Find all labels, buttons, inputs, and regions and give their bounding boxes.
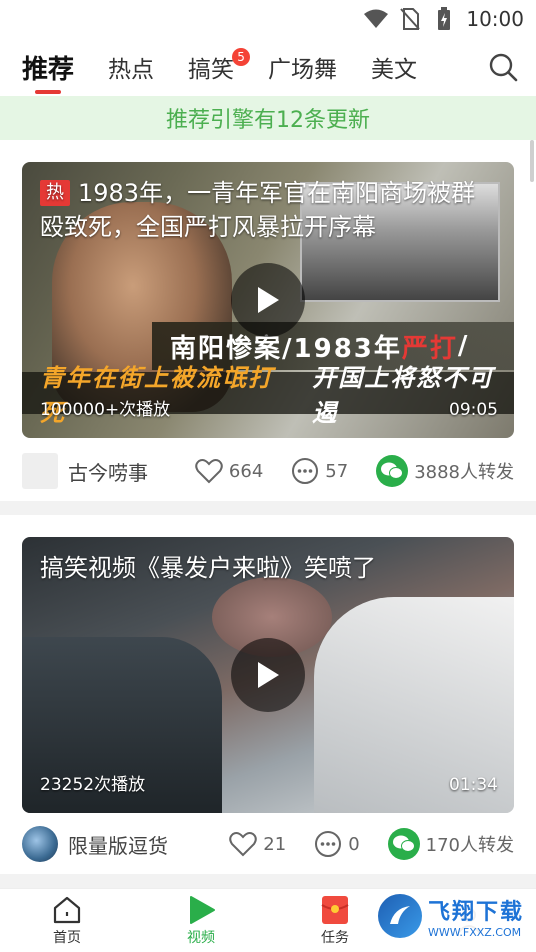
play-button[interactable]	[231, 263, 305, 337]
watermark-text: 飞翔下载	[428, 899, 525, 925]
play-button[interactable]	[231, 638, 305, 712]
like-button[interactable]: 21	[229, 831, 286, 857]
battery-charging-icon	[432, 7, 456, 31]
share-button[interactable]: 170人转发	[387, 828, 514, 860]
tab-funny[interactable]: 搞笑 5	[188, 38, 251, 96]
share-count: 3888人转发	[414, 462, 514, 483]
video-title[interactable]: 搞笑视频《暴发户来啦》笑喷了	[40, 551, 496, 585]
tab-recommend[interactable]: 推荐	[22, 38, 74, 96]
status-time: 10:00	[466, 7, 524, 31]
share-count: 170人转发	[425, 835, 514, 856]
share-button[interactable]: 3888人转发	[376, 455, 514, 487]
search-button[interactable]	[486, 50, 520, 84]
avatar[interactable]	[22, 453, 58, 489]
comment-count: 0	[348, 833, 360, 855]
nav-home[interactable]: 首页	[0, 889, 134, 952]
nav-label: 首页	[53, 929, 81, 946]
tab-hot[interactable]: 热点	[108, 38, 154, 96]
search-icon	[489, 53, 518, 82]
category-tabs: 推荐 热点 搞笑 5 广场舞 美文	[0, 38, 536, 96]
watermark-url: WWW.FXXZ.COM	[428, 925, 522, 939]
video-title-text: 1983年，一青年军官在南阳商场被群殴致死，全国严打风暴拉开序幕	[40, 179, 476, 241]
video-meta: 限量版逗货 21 0 170人转发	[22, 821, 514, 867]
card-divider	[0, 501, 536, 515]
comment-icon	[291, 457, 319, 485]
video-title[interactable]: 热 1983年，一青年军官在南阳商场被群殴致死，全国严打风暴拉开序幕	[40, 176, 496, 244]
wifi-icon	[364, 7, 389, 31]
tab-label: 推荐	[22, 54, 75, 85]
status-bar: 10:00	[0, 0, 536, 38]
tab-label: 广场舞	[268, 57, 338, 83]
tab-essays[interactable]: 美文	[371, 38, 417, 96]
comment-button[interactable]: 0	[314, 830, 360, 858]
tab-square-dance[interactable]: 广场舞	[268, 38, 337, 96]
update-notice: 推荐引擎有12条更新	[0, 96, 536, 140]
wechat-icon	[387, 828, 420, 860]
hot-badge: 热	[40, 180, 70, 206]
play-icon	[258, 287, 279, 313]
like-count: 21	[263, 833, 287, 855]
video-card: 搞笑视频《暴发户来啦》笑喷了 23252次播放 01:34 限量版逗货 21 0…	[0, 515, 536, 885]
play-count: 100000+次播放	[40, 400, 171, 420]
play-icon	[258, 662, 279, 688]
like-button[interactable]: 664	[195, 458, 263, 484]
comment-count: 57	[325, 460, 349, 482]
red-envelope-icon	[321, 895, 349, 924]
video-duration: 09:05	[449, 400, 498, 420]
tab-label: 美文	[371, 57, 418, 83]
wechat-icon	[376, 455, 409, 487]
avatar[interactable]	[22, 826, 58, 862]
video-thumbnail[interactable]: 南阳惨案 /1983年 严打 / 青年在街上被流氓打死 开国上将怒不可遏 热 19…	[22, 162, 514, 438]
heart-icon	[195, 458, 223, 484]
author-name[interactable]: 限量版逗货	[68, 830, 168, 859]
nav-label: 视频	[187, 929, 215, 946]
comment-button[interactable]: 57	[291, 457, 348, 485]
video-meta: 古今唠事 664 57 3888人转发	[22, 448, 514, 494]
caption-text: /	[457, 331, 470, 361]
like-count: 664	[228, 460, 264, 482]
unread-badge: 5	[232, 48, 251, 66]
heart-icon	[229, 831, 258, 857]
no-sim-icon	[398, 7, 422, 31]
site-watermark: 飞翔下载 WWW.FXXZ.COM	[374, 890, 530, 942]
video-card: 南阳惨案 /1983年 严打 / 青年在街上被流氓打死 开国上将怒不可遏 热 19…	[0, 140, 536, 515]
video-duration: 01:34	[449, 775, 498, 795]
card-divider	[0, 874, 536, 888]
watermark-logo-icon	[378, 894, 422, 938]
home-icon	[53, 896, 81, 923]
tab-label: 热点	[108, 57, 155, 83]
play-count: 23252次播放	[40, 775, 146, 795]
play-icon	[190, 895, 215, 924]
tab-label: 搞笑	[188, 57, 235, 83]
author-name[interactable]: 古今唠事	[68, 457, 148, 486]
comment-icon	[314, 830, 342, 858]
active-tab-indicator	[35, 90, 61, 94]
video-thumbnail[interactable]: 搞笑视频《暴发户来啦》笑喷了 23252次播放 01:34	[22, 537, 514, 813]
nav-label: 任务	[321, 929, 349, 946]
nav-video[interactable]: 视频	[134, 889, 268, 952]
